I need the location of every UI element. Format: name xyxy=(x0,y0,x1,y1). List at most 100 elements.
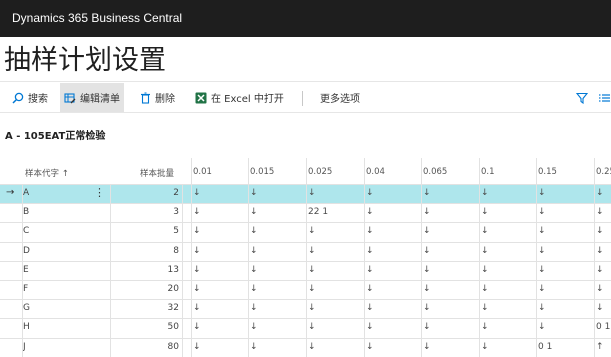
sample-code-cell[interactable]: C xyxy=(23,226,29,236)
aql-cell[interactable]: ↓ xyxy=(423,188,431,198)
aql-cell[interactable]: ↓ xyxy=(481,342,489,352)
aql-cell[interactable]: ↓ xyxy=(366,322,374,332)
aql-cell[interactable]: ↓ xyxy=(481,246,489,256)
aql-cell[interactable]: ↓ xyxy=(596,226,604,236)
aql-cell[interactable]: ↓ xyxy=(423,246,431,256)
sample-size-cell[interactable]: 20 xyxy=(120,284,179,294)
sample-code-cell[interactable]: E xyxy=(23,265,29,275)
aql-cell[interactable]: ↓ xyxy=(366,188,374,198)
sample-size-cell[interactable]: 8 xyxy=(120,246,179,256)
aql-cell[interactable]: ↓ xyxy=(308,246,316,256)
sample-size-cell[interactable]: 50 xyxy=(120,322,179,332)
aql-cell[interactable]: 0 1 xyxy=(596,322,610,332)
column-header-aql[interactable]: 0.25 xyxy=(596,167,611,177)
aql-cell[interactable]: ↓ xyxy=(596,246,604,256)
aql-cell[interactable]: ↓ xyxy=(366,207,374,217)
column-header-aql[interactable]: 0.04 xyxy=(366,167,385,177)
column-header-aql[interactable]: 0.065 xyxy=(423,167,447,177)
aql-cell[interactable]: ↓ xyxy=(538,265,546,275)
sample-size-cell[interactable]: 5 xyxy=(120,226,179,236)
aql-cell[interactable]: ↓ xyxy=(481,226,489,236)
aql-cell[interactable]: ↓ xyxy=(250,246,258,256)
aql-cell[interactable]: ↓ xyxy=(193,322,201,332)
aql-cell[interactable]: ↓ xyxy=(366,342,374,352)
column-header-aql[interactable]: 0.01 xyxy=(193,167,212,177)
row-menu-button[interactable]: ⋮ xyxy=(94,186,105,199)
aql-cell[interactable]: ↓ xyxy=(538,284,546,294)
sample-size-cell[interactable]: 32 xyxy=(120,303,179,313)
aql-cell[interactable]: ↓ xyxy=(538,303,546,313)
aql-cell[interactable]: 22 1 xyxy=(308,207,328,217)
aql-cell[interactable]: ↓ xyxy=(538,188,546,198)
aql-cell[interactable]: ↓ xyxy=(423,303,431,313)
aql-cell[interactable]: ↓ xyxy=(538,322,546,332)
column-header-aql[interactable]: 0.025 xyxy=(308,167,332,177)
aql-cell[interactable]: ↓ xyxy=(481,265,489,275)
aql-cell[interactable]: ↓ xyxy=(193,207,201,217)
aql-cell[interactable]: ↓ xyxy=(596,207,604,217)
aql-cell[interactable]: ↓ xyxy=(423,226,431,236)
column-header-aql[interactable]: 0.15 xyxy=(538,167,557,177)
aql-cell[interactable]: ↓ xyxy=(366,265,374,275)
aql-cell[interactable]: ↓ xyxy=(308,303,316,313)
aql-cell[interactable]: ↓ xyxy=(308,322,316,332)
aql-cell[interactable]: ↓ xyxy=(423,207,431,217)
sample-code-cell[interactable]: B xyxy=(23,207,29,217)
column-header-sample-size[interactable]: 样本批量 xyxy=(140,167,174,179)
aql-cell[interactable]: ↓ xyxy=(193,265,201,275)
aql-cell[interactable]: ↓ xyxy=(250,188,258,198)
aql-cell[interactable]: ↓ xyxy=(308,265,316,275)
aql-cell[interactable]: ↓ xyxy=(423,265,431,275)
aql-cell[interactable]: ↓ xyxy=(193,342,201,352)
aql-cell[interactable]: ↓ xyxy=(538,207,546,217)
aql-cell[interactable]: ↓ xyxy=(308,284,316,294)
sample-code-cell[interactable]: J xyxy=(23,342,26,352)
sample-size-cell[interactable]: 3 xyxy=(120,207,179,217)
aql-cell[interactable]: ↓ xyxy=(423,342,431,352)
aql-cell[interactable]: ↓ xyxy=(250,207,258,217)
sample-code-cell[interactable]: G xyxy=(23,303,30,313)
aql-cell[interactable]: ↓ xyxy=(538,226,546,236)
sample-code-cell[interactable]: F xyxy=(23,284,28,294)
aql-cell[interactable]: ↓ xyxy=(366,226,374,236)
sample-code-cell[interactable]: H xyxy=(23,322,30,332)
aql-cell[interactable]: ↓ xyxy=(193,226,201,236)
aql-cell[interactable]: ↓ xyxy=(481,322,489,332)
aql-cell[interactable]: 0 1 xyxy=(538,342,552,352)
sample-size-cell[interactable]: 2 xyxy=(120,188,179,198)
aql-cell[interactable]: ↓ xyxy=(481,207,489,217)
aql-cell[interactable]: ↓ xyxy=(423,322,431,332)
aql-cell[interactable]: ↓ xyxy=(538,246,546,256)
aql-cell[interactable]: ↑ xyxy=(596,342,604,352)
aql-cell[interactable]: ↓ xyxy=(308,342,316,352)
aql-cell[interactable]: ↓ xyxy=(596,284,604,294)
aql-cell[interactable]: ↓ xyxy=(193,284,201,294)
sample-size-cell[interactable]: 80 xyxy=(120,342,179,352)
aql-cell[interactable]: ↓ xyxy=(366,303,374,313)
aql-cell[interactable]: ↓ xyxy=(481,303,489,313)
aql-cell[interactable]: ↓ xyxy=(250,303,258,313)
aql-cell[interactable]: ↓ xyxy=(366,284,374,294)
aql-cell[interactable]: ↓ xyxy=(366,246,374,256)
aql-cell[interactable]: ↓ xyxy=(193,188,201,198)
aql-cell[interactable]: ↓ xyxy=(193,246,201,256)
column-header-aql[interactable]: 0.015 xyxy=(250,167,274,177)
aql-cell[interactable]: ↓ xyxy=(423,284,431,294)
sample-code-cell[interactable]: A xyxy=(23,188,29,198)
aql-cell[interactable]: ↓ xyxy=(250,226,258,236)
sample-size-cell[interactable]: 13 xyxy=(120,265,179,275)
aql-cell[interactable]: ↓ xyxy=(481,188,489,198)
aql-cell[interactable]: ↓ xyxy=(250,342,258,352)
aql-cell[interactable]: ↓ xyxy=(308,226,316,236)
aql-cell[interactable]: ↓ xyxy=(596,188,604,198)
aql-cell[interactable]: ↓ xyxy=(481,284,489,294)
column-header-code[interactable]: 样本代字 ↑ xyxy=(25,167,69,179)
aql-cell[interactable]: ↓ xyxy=(596,265,604,275)
aql-cell[interactable]: ↓ xyxy=(250,322,258,332)
column-header-aql[interactable]: 0.1 xyxy=(481,167,495,177)
aql-cell[interactable]: ↓ xyxy=(250,284,258,294)
aql-cell[interactable]: ↓ xyxy=(308,188,316,198)
aql-cell[interactable]: ↓ xyxy=(596,303,604,313)
aql-cell[interactable]: ↓ xyxy=(193,303,201,313)
sample-code-cell[interactable]: D xyxy=(23,246,30,256)
